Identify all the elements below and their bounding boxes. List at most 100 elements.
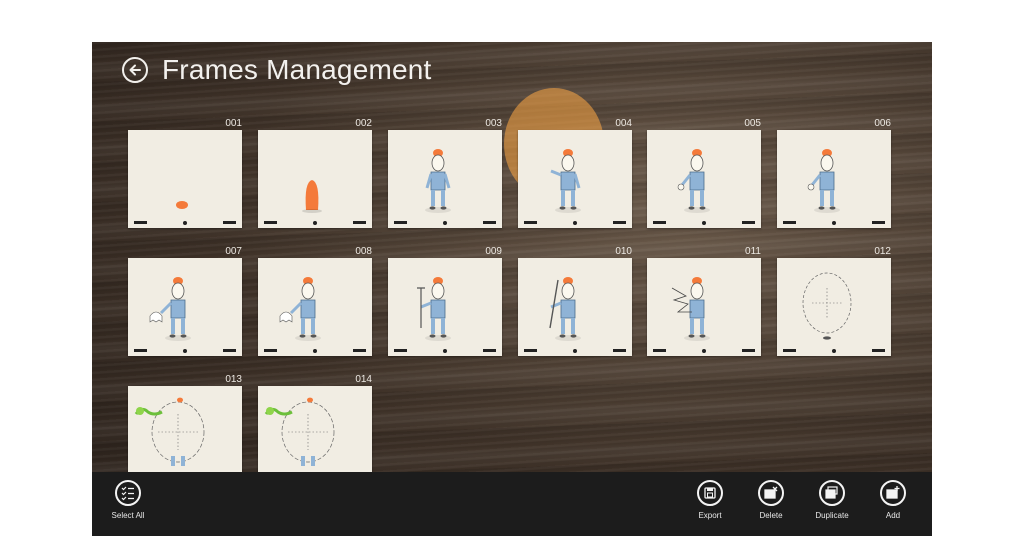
frame-thumbnail: [647, 130, 761, 228]
frame-item[interactable]: 005: [647, 118, 761, 228]
frame-item[interactable]: 013: [128, 374, 242, 484]
frame-number: 004: [615, 118, 632, 129]
frame-number: 007: [225, 246, 242, 257]
frame-handle: [134, 349, 147, 352]
frame-handle: [483, 221, 496, 224]
hat-icon: [176, 201, 188, 209]
frame-item[interactable]: 009: [388, 246, 502, 356]
page-title: Frames Management: [162, 54, 432, 85]
add-label: Add: [885, 511, 901, 520]
frame-dot: [702, 221, 706, 225]
checklist-icon: [115, 480, 141, 506]
frame-dot: [443, 349, 447, 353]
frame-handle: [524, 221, 537, 224]
frames-grid: 001 002 003 004 005 006 007 008 009 010 …: [128, 118, 896, 484]
frame-thumbnail: [128, 258, 242, 356]
frame-handle: [653, 221, 666, 224]
frame-item[interactable]: 008: [258, 246, 372, 356]
frame-handle: [353, 349, 366, 352]
frame-dot: [313, 221, 317, 225]
frame-item[interactable]: 004: [518, 118, 632, 228]
character-splash-icon: [671, 277, 710, 341]
add-button[interactable]: Add: [863, 480, 923, 520]
frame-thumbnail: [518, 258, 632, 356]
duplicate-frame-icon: [819, 480, 845, 506]
character-stick-icon: [549, 277, 581, 341]
frame-thumbnail: [647, 258, 761, 356]
frame-number: 001: [225, 118, 242, 129]
delete-label: Delete: [759, 511, 783, 520]
frame-handle: [742, 349, 755, 352]
character-hand-icon: [677, 149, 710, 213]
frame-handle: [223, 349, 236, 352]
duplicate-button[interactable]: Duplicate: [802, 480, 862, 520]
frame-thumbnail: [388, 258, 502, 356]
frame-handle: [742, 221, 755, 224]
frame-dot: [573, 349, 577, 353]
frame-handle: [613, 349, 626, 352]
frame-item[interactable]: 001: [128, 118, 242, 228]
character-bird-icon: [134, 397, 205, 466]
frame-dot: [443, 221, 447, 225]
frame-dot: [313, 349, 317, 353]
frame-handle: [872, 221, 885, 224]
frame-handle: [264, 221, 277, 224]
frame-number: 005: [744, 118, 761, 129]
back-arrow-icon: [129, 64, 141, 76]
frame-item[interactable]: 007: [128, 246, 242, 356]
frame-thumbnail: [777, 258, 891, 356]
character-ghost-icon: [279, 277, 321, 341]
frame-dot: [573, 221, 577, 225]
frame-number: 002: [355, 118, 372, 129]
delete-frame-icon: [758, 480, 784, 506]
delete-button[interactable]: Delete: [741, 480, 801, 520]
frame-thumbnail: [518, 130, 632, 228]
frame-handle: [134, 221, 147, 224]
frame-number: 003: [485, 118, 502, 129]
app-bar: Select All Export Delete Duplicate Add: [92, 472, 932, 536]
blob-icon: [302, 180, 322, 213]
frame-dot: [832, 221, 836, 225]
select-all-button[interactable]: Select All: [98, 480, 158, 520]
export-button[interactable]: Export: [680, 480, 740, 520]
duplicate-label: Duplicate: [815, 511, 849, 520]
frame-dot: [832, 349, 836, 353]
frame-item[interactable]: 006: [777, 118, 891, 228]
frame-item[interactable]: 012: [777, 246, 891, 356]
frame-dot: [183, 221, 187, 225]
save-icon: [697, 480, 723, 506]
frame-handle: [783, 221, 796, 224]
frame-number: 008: [355, 246, 372, 257]
select-all-label: Select All: [111, 511, 145, 520]
frame-thumbnail: [258, 386, 372, 484]
frame-thumbnail: [258, 258, 372, 356]
frame-number: 014: [355, 374, 372, 385]
frame-dot: [183, 349, 187, 353]
export-label: Export: [698, 511, 722, 520]
character-hand-icon: [807, 149, 840, 213]
frame-handle: [394, 221, 407, 224]
frame-handle: [264, 349, 277, 352]
frame-handle: [872, 349, 885, 352]
character-bird-icon: [264, 397, 335, 466]
frame-item[interactable]: 003: [388, 118, 502, 228]
frame-thumbnail: [128, 386, 242, 484]
character-ghost-icon: [149, 277, 191, 341]
frame-number: 012: [874, 246, 891, 257]
frame-item[interactable]: 002: [258, 118, 372, 228]
frame-number: 010: [615, 246, 632, 257]
character-standing-icon: [425, 149, 451, 213]
frame-number: 011: [745, 246, 761, 257]
character-hammer-icon: [417, 277, 451, 341]
add-frame-icon: [880, 480, 906, 506]
frame-thumbnail: [258, 130, 372, 228]
frame-item[interactable]: 011: [647, 246, 761, 356]
frame-handle: [394, 349, 407, 352]
frame-number: 009: [485, 246, 502, 257]
frame-item[interactable]: 010: [518, 246, 632, 356]
frame-item[interactable]: 014: [258, 374, 372, 484]
character-pointing-icon: [550, 149, 581, 213]
back-button[interactable]: [122, 57, 148, 83]
circle-face-icon: [802, 272, 852, 340]
frame-dot: [702, 349, 706, 353]
